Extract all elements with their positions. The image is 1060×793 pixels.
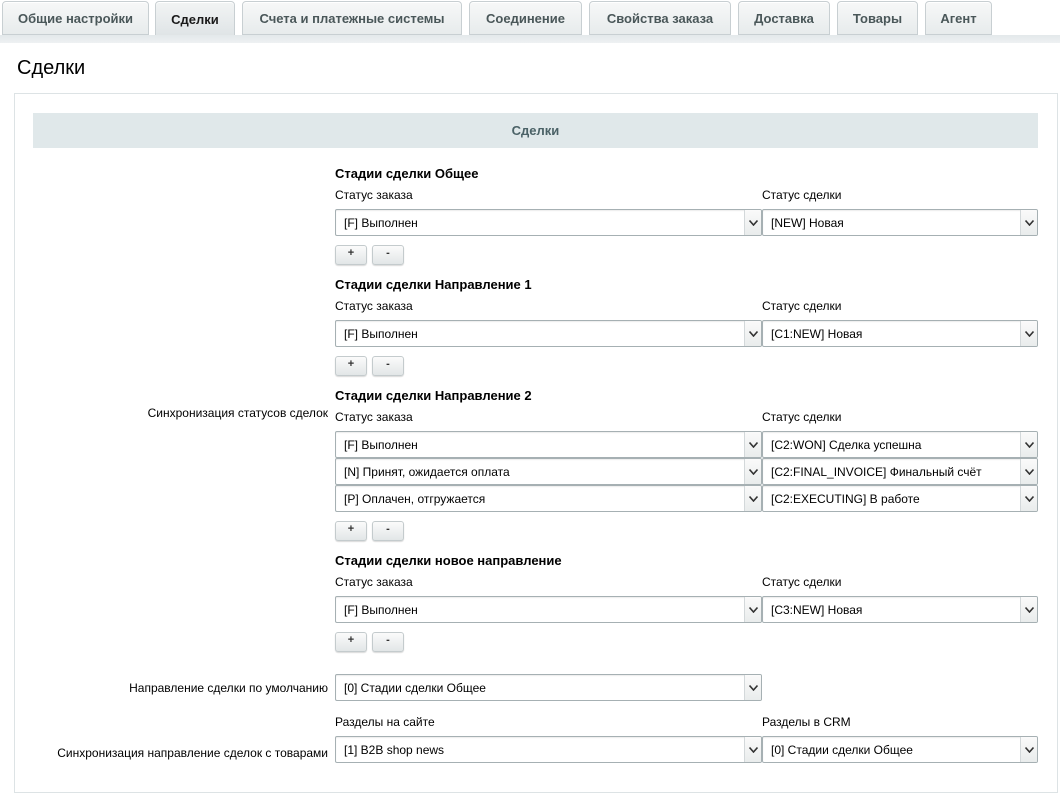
deal-status-column-label: Статус сделки [762,410,842,424]
order-status-column-label: Статус заказа [335,575,413,589]
chevron-down-icon [1020,737,1037,762]
section-header: Сделки [33,113,1038,148]
chevron-down-icon [744,737,761,762]
page-title: Сделки [17,57,86,79]
tab-deals[interactable]: Сделки [155,1,235,37]
order-status-select[interactable]: [F] Выполнен [335,596,762,623]
chevron-down-icon [744,321,761,346]
select-value: [F] Выполнен [344,326,418,341]
tab-agent[interactable]: Агент [925,1,992,35]
select-value: [0] Стадии сделки Общее [771,742,913,757]
select-value: [C3:NEW] Новая [771,602,863,617]
tab-label: Товары [852,10,903,26]
chevron-down-icon [744,459,761,484]
tab-label: Общие настройки [18,10,133,26]
deal-status-select[interactable]: [C3:NEW] Новая [762,596,1038,623]
tab-connection[interactable]: Соединение [469,1,582,35]
order-status-select[interactable]: [F] Выполнен [335,431,762,458]
select-value: [0] Стадии сделки Общее [344,680,486,695]
group-title: Стадии сделки Общее [335,166,479,181]
order-status-select[interactable]: [P] Оплачен, отгружается [335,485,762,512]
order-status-column-label: Статус заказа [335,410,413,424]
select-value: [P] Оплачен, отгружается [344,491,486,506]
chevron-down-icon [1020,432,1037,457]
order-status-select[interactable]: [F] Выполнен [335,209,762,236]
chevron-down-icon [744,486,761,511]
deal-status-column-label: Статус сделки [762,575,842,589]
tab-label: Агент [940,10,977,26]
select-value: [N] Принят, ожидается оплата [344,464,510,479]
deal-status-select[interactable]: [C2:EXECUTING] В работе [762,485,1038,512]
chevron-down-icon [1020,210,1037,235]
tab-label: Доставка [754,10,814,26]
select-value: [NEW] Новая [771,215,844,230]
site-sections-column-label: Разделы на сайте [335,715,435,729]
group-title: Стадии сделки Направление 1 [335,277,532,292]
tab-label: Счета и платежные системы [259,10,445,26]
select-value: [F] Выполнен [344,437,418,452]
order-status-select[interactable]: [N] Принят, ожидается оплата [335,458,762,485]
add-row-button[interactable]: + [335,521,367,541]
select-value: [C2:EXECUTING] В работе [771,491,920,506]
chevron-down-icon [744,675,761,700]
select-value: [C1:NEW] Новая [771,326,863,341]
chevron-down-icon [1020,321,1037,346]
add-row-button[interactable]: + [335,632,367,652]
tab-label: Свойства заказа [606,10,714,26]
tab-label: Сделки [171,11,219,27]
deal-status-select[interactable]: [NEW] Новая [762,209,1038,236]
select-value: [1] B2B shop news [344,742,445,757]
sync-statuses-label: Синхронизация статусов сделок [147,406,328,420]
tabs-bar: Общие настройки Сделки Счета и платежные… [0,0,1060,43]
order-status-column-label: Статус заказа [335,188,413,202]
tab-order-properties[interactable]: Свойства заказа [589,1,731,35]
site-section-select[interactable]: [1] B2B shop news [335,736,762,763]
order-status-column-label: Статус заказа [335,299,413,313]
chevron-down-icon [744,210,761,235]
tab-delivery[interactable]: Доставка [738,1,830,35]
crm-section-select[interactable]: [0] Стадии сделки Общее [762,736,1038,763]
chevron-down-icon [1020,459,1037,484]
chevron-down-icon [744,432,761,457]
order-status-select[interactable]: [F] Выполнен [335,320,762,347]
sync-products-label: Синхронизация направление сделок с товар… [57,746,328,760]
group-title: Стадии сделки Направление 2 [335,388,532,403]
deal-status-select[interactable]: [C2:FINAL_INVOICE] Финальный счёт [762,458,1038,485]
crm-sections-column-label: Разделы в CRM [762,715,851,729]
chevron-down-icon [1020,486,1037,511]
tab-general-settings[interactable]: Общие настройки [2,1,149,35]
default-direction-label: Направление сделки по умолчанию [129,681,328,695]
remove-row-button[interactable]: - [372,245,404,265]
tab-invoices-payment[interactable]: Счета и платежные системы [242,1,462,35]
deal-status-column-label: Статус сделки [762,299,842,313]
default-direction-select[interactable]: [0] Стадии сделки Общее [335,674,762,701]
remove-row-button[interactable]: - [372,521,404,541]
chevron-down-icon [1020,597,1037,622]
select-value: [F] Выполнен [344,602,418,617]
group-title: Стадии сделки новое направление [335,553,562,568]
select-value: [F] Выполнен [344,215,418,230]
add-row-button[interactable]: + [335,245,367,265]
deal-status-select[interactable]: [C2:WON] Сделка успешна [762,431,1038,458]
deal-status-column-label: Статус сделки [762,188,842,202]
deal-status-select[interactable]: [C1:NEW] Новая [762,320,1038,347]
remove-row-button[interactable]: - [372,632,404,652]
select-value: [C2:WON] Сделка успешна [771,437,922,452]
tab-strip [0,35,1060,43]
chevron-down-icon [744,597,761,622]
tab-label: Соединение [486,10,565,26]
add-row-button[interactable]: + [335,356,367,376]
tab-products[interactable]: Товары [837,1,918,35]
select-value: [C2:FINAL_INVOICE] Финальный счёт [771,464,982,479]
remove-row-button[interactable]: - [372,356,404,376]
